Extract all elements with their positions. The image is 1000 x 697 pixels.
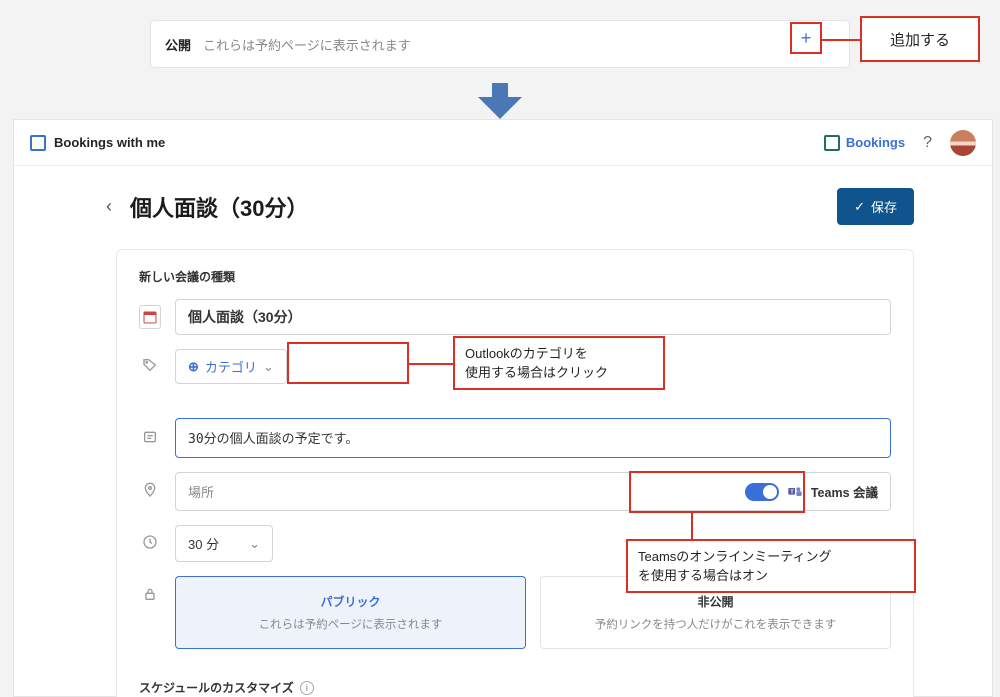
category-callout: Outlookのカテゴリを 使用する場合はクリック bbox=[453, 336, 665, 390]
location-placeholder: 場所 bbox=[188, 482, 214, 501]
schedule-section-label: スケジュールのカスタマイズ i bbox=[139, 679, 891, 696]
private-sub: 予約リンクを持つ人だけがこれを表示できます bbox=[559, 616, 872, 632]
title-bar: ‹ 個人面談（30分） ✓ 保存 bbox=[14, 166, 992, 225]
callout-line: 使用する場合はクリック bbox=[465, 363, 653, 383]
section-label: 新しい会議の種類 bbox=[139, 268, 891, 285]
location-icon bbox=[142, 482, 158, 501]
public-sub: これらは予約ページに表示されます bbox=[194, 616, 507, 632]
calendar-icon bbox=[139, 305, 161, 329]
app-icon bbox=[30, 135, 46, 151]
title-row bbox=[139, 299, 891, 335]
location-row: 場所 T Teams 会議 bbox=[139, 472, 891, 511]
plus-icon: ⊕ bbox=[188, 359, 199, 375]
add-callout: 追加する bbox=[860, 16, 980, 62]
app-brand: Bookings with me bbox=[30, 135, 165, 151]
add-button-outline: + bbox=[790, 22, 822, 54]
add-callout-text: 追加する bbox=[890, 29, 950, 50]
save-button[interactable]: ✓ 保存 bbox=[837, 188, 914, 225]
info-icon[interactable]: i bbox=[300, 681, 314, 695]
chevron-down-icon: ⌄ bbox=[263, 359, 274, 375]
callout-line: を使用する場合はオン bbox=[638, 566, 904, 586]
category-label: カテゴリ bbox=[205, 357, 257, 376]
callout-line: Outlookのカテゴリを bbox=[465, 344, 653, 364]
save-label: 保存 bbox=[871, 197, 897, 216]
page-title: 個人面談（30分） bbox=[130, 191, 308, 223]
annotation-line bbox=[691, 513, 693, 539]
check-icon: ✓ bbox=[854, 199, 865, 215]
tag-icon bbox=[142, 357, 158, 376]
private-title: 非公開 bbox=[559, 593, 872, 610]
public-title: パブリック bbox=[194, 593, 507, 610]
bookings-link-text: Bookings bbox=[846, 135, 905, 150]
plus-icon: + bbox=[801, 28, 812, 48]
duration-value: 30 分 bbox=[188, 534, 219, 553]
add-button[interactable]: + bbox=[801, 29, 812, 47]
teams-label: Teams 会議 bbox=[811, 482, 878, 501]
back-button[interactable]: ‹ bbox=[106, 196, 112, 217]
form-card: 新しい会議の種類 ⊕ bbox=[116, 249, 914, 697]
teams-icon: T bbox=[787, 484, 803, 500]
callout-line: Teamsのオンラインミーティング bbox=[638, 547, 904, 567]
bookings-link[interactable]: Bookings bbox=[824, 135, 905, 151]
location-input[interactable]: 場所 T Teams 会議 bbox=[175, 472, 891, 511]
public-label: 公開 bbox=[165, 35, 191, 54]
clock-icon bbox=[142, 534, 158, 553]
visibility-public[interactable]: パブリック これらは予約ページに表示されます bbox=[175, 576, 526, 649]
description-input[interactable] bbox=[175, 418, 891, 458]
app-header: Bookings with me Bookings ? bbox=[14, 120, 992, 166]
down-arrow-icon bbox=[470, 83, 530, 119]
annotation-line bbox=[822, 39, 860, 41]
category-button[interactable]: ⊕ カテゴリ ⌄ bbox=[175, 349, 287, 384]
app-shell: Bookings with me Bookings ? ‹ 個人面談（30分） … bbox=[13, 119, 993, 697]
duration-select[interactable]: 30 分 ⌄ bbox=[175, 525, 273, 562]
public-desc: これらは予約ページに表示されます bbox=[203, 35, 411, 54]
text-icon bbox=[142, 429, 158, 448]
bookings-icon bbox=[824, 135, 840, 151]
meeting-title-input[interactable] bbox=[175, 299, 891, 335]
help-button[interactable]: ? bbox=[923, 134, 932, 152]
avatar[interactable] bbox=[950, 130, 976, 156]
teams-toggle[interactable] bbox=[745, 483, 779, 501]
annotation-line bbox=[409, 363, 453, 365]
teams-callout: Teamsのオンラインミーティング を使用する場合はオン bbox=[626, 539, 916, 593]
lock-icon bbox=[142, 586, 158, 649]
chevron-down-icon: ⌄ bbox=[249, 536, 260, 552]
top-public-row: 公開 これらは予約ページに表示されます bbox=[150, 20, 850, 68]
schedule-label-text: スケジュールのカスタマイズ bbox=[139, 679, 294, 696]
description-row bbox=[139, 418, 891, 458]
app-name: Bookings with me bbox=[54, 135, 165, 150]
